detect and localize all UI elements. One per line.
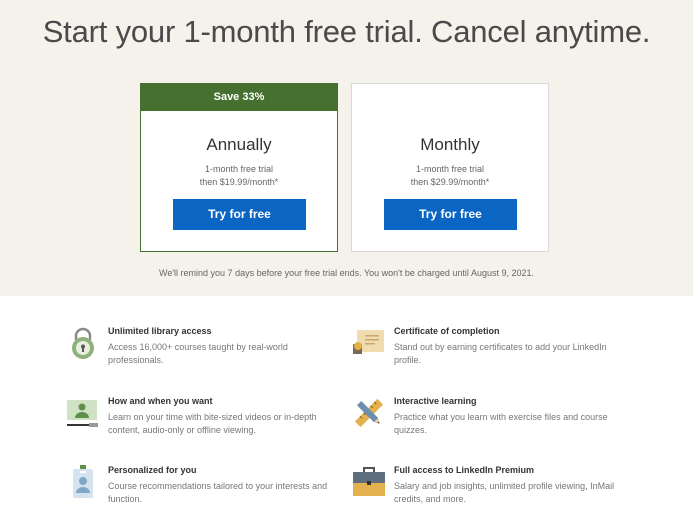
feature-description: Salary and job insights, unlimited profi… bbox=[394, 481, 615, 504]
plan-trial-line: 1-month free trial bbox=[415, 164, 485, 174]
pencil-ruler-icon bbox=[354, 398, 384, 428]
feature-title: Certificate of completion bbox=[394, 326, 500, 336]
feature-description: Course recommendations tailored to your … bbox=[108, 481, 328, 504]
feature-title: Full access to LinkedIn Premium bbox=[394, 465, 535, 475]
lock-icon bbox=[72, 327, 94, 359]
feature-title: Interactive learning bbox=[394, 396, 477, 406]
feature-description: Practice what you learn with exercise fi… bbox=[394, 412, 608, 435]
plan-card-annual[interactable]: Save 33% Annually 1-month free trial the… bbox=[140, 83, 338, 252]
plan-trial-line: 1-month free trial bbox=[204, 164, 274, 174]
feature-title: Unlimited library access bbox=[108, 326, 212, 336]
briefcase-icon bbox=[353, 467, 385, 496]
feature-title: How and when you want bbox=[108, 396, 213, 406]
feature-description: Learn on your time with bite-sized video… bbox=[108, 412, 317, 435]
plan-card-monthly[interactable]: Monthly 1-month free trial then $29.99/m… bbox=[351, 83, 549, 252]
feature-title: Personalized for you bbox=[108, 465, 197, 475]
trial-reminder-text: We'll remind you 7 days before your free… bbox=[158, 268, 534, 278]
video-lesson-icon bbox=[67, 400, 98, 427]
hero-section: Start your 1-month free trial. Cancel an… bbox=[0, 0, 693, 296]
try-for-free-button-monthly[interactable]: Try for free bbox=[384, 199, 517, 230]
plan-price-line: then $19.99/month* bbox=[199, 177, 279, 187]
certificate-icon bbox=[353, 330, 384, 354]
plan-name: Annually bbox=[206, 135, 272, 154]
id-badge-icon bbox=[73, 465, 93, 498]
plan-price-line: then $29.99/month* bbox=[410, 177, 490, 187]
feature-description: Stand out by earning certificates to add… bbox=[394, 342, 607, 365]
feature-description: Access 16,000+ courses taught by real-wo… bbox=[108, 342, 288, 365]
plan-price-note: 1-month free trial then $19.99/month* bbox=[141, 163, 337, 189]
plan-price-note: 1-month free trial then $29.99/month* bbox=[352, 163, 548, 189]
page-title: Start your 1-month free trial. Cancel an… bbox=[42, 14, 651, 49]
plan-name: Monthly bbox=[420, 135, 480, 154]
savings-badge: Save 33% bbox=[140, 83, 338, 111]
try-for-free-button-annual[interactable]: Try for free bbox=[173, 199, 306, 230]
